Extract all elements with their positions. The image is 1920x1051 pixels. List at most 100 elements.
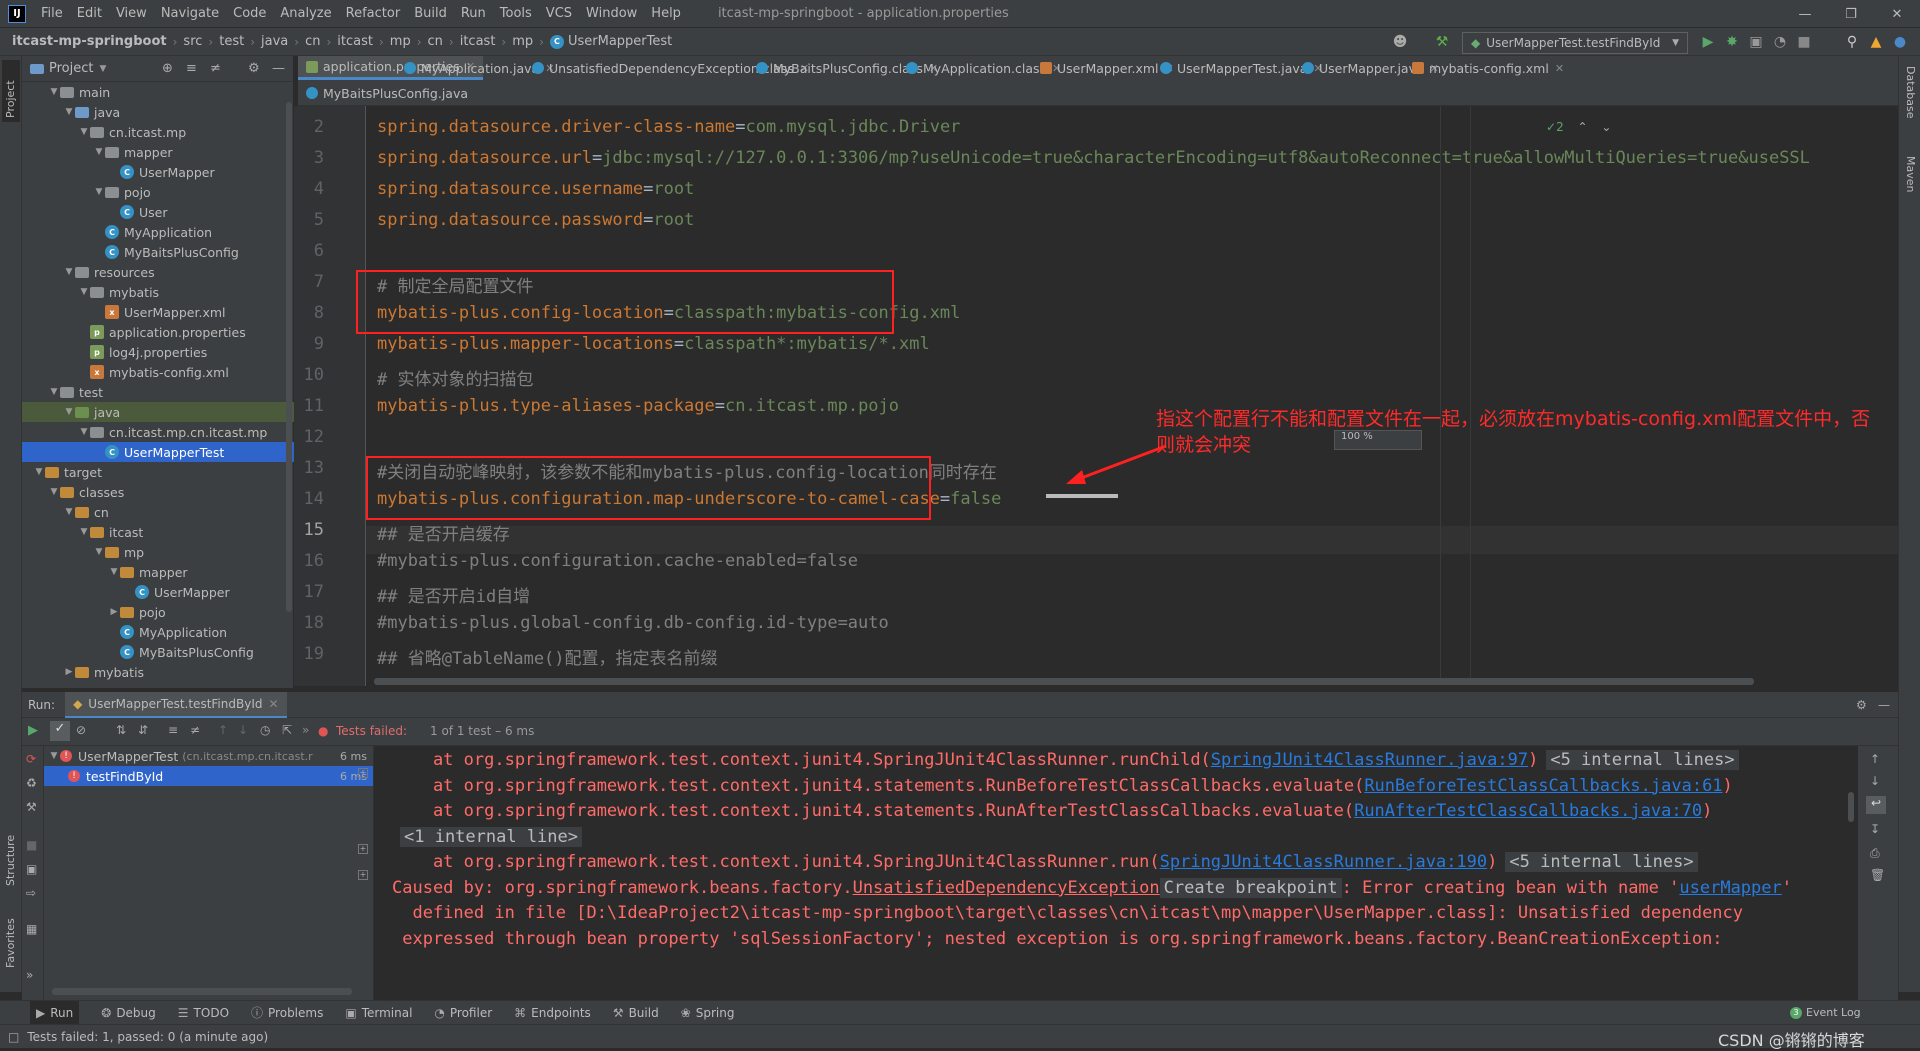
code-editor[interactable]: 12345678910111213141516171819 spring.app… — [294, 106, 1898, 686]
build-hammer-icon[interactable]: ⚒ — [1432, 32, 1452, 52]
internal-lines-fold[interactable]: <5 internal lines> — [1505, 852, 1698, 872]
locate-icon[interactable]: ⊕ — [162, 61, 173, 76]
tree-node[interactable]: ▼ cn.itcast.mp — [22, 122, 294, 142]
menu-help[interactable]: Help — [644, 6, 688, 21]
stacktrace-link[interactable]: SpringJUnit4ClassRunner.java:190 — [1160, 852, 1488, 872]
chevron-down-icon[interactable]: ▼ — [93, 547, 105, 557]
editor-tab[interactable]: mybatis-config.xml ✕ — [1404, 56, 1572, 80]
tree-node[interactable]: ▼ mapper — [22, 142, 294, 162]
collapse-all-icon[interactable]: ≠ — [190, 723, 200, 737]
tool-tab-terminal[interactable]: ▣ Terminal — [345, 1006, 412, 1020]
breadcrumb-item[interactable]: itcast — [460, 34, 496, 49]
search-icon[interactable]: ⚲ — [1842, 32, 1862, 52]
profile-icon[interactable]: ◔ — [1770, 32, 1790, 52]
menu-navigate[interactable]: Navigate — [154, 6, 226, 21]
collapse-all-icon[interactable]: ≠ — [210, 61, 221, 76]
chevron-down-icon[interactable]: ▼ — [48, 487, 60, 497]
tree-node[interactable]: ▼ java — [22, 102, 294, 122]
chevron-down-icon[interactable]: ▼ — [48, 751, 60, 761]
expand-all-icon[interactable]: ≡ — [168, 723, 178, 737]
tree-node[interactable]: x UserMapper.xml — [22, 302, 294, 322]
chevron-down-icon[interactable]: ▼ — [63, 267, 75, 277]
test-tree-scrollbar[interactable] — [52, 988, 352, 995]
menu-view[interactable]: View — [109, 6, 154, 21]
tree-node[interactable]: ▼ java — [22, 402, 294, 422]
trash-icon[interactable]: 🗑 — [1870, 868, 1885, 882]
rerun-icon[interactable]: ▶ — [28, 723, 38, 738]
tree-node[interactable]: C MyBaitsPlusConfig — [22, 242, 294, 262]
tree-node[interactable]: ▼ target — [22, 462, 294, 482]
inspection-widget[interactable]: ✓2 ⌃ ⌄ — [1546, 120, 1611, 134]
chevron-down-icon[interactable]: ▼ — [33, 467, 45, 477]
editor-tab[interactable]: MyBaitsPlusConfig.java — [298, 81, 476, 105]
chevron-right-icon[interactable]: ▶ — [108, 607, 120, 617]
tree-node[interactable]: C UserMapperTest — [22, 442, 294, 462]
tree-node[interactable]: ▼ mapper — [22, 562, 294, 582]
menu-code[interactable]: Code — [226, 6, 273, 21]
breadcrumb-item[interactable]: mp — [390, 34, 411, 49]
rerun-failed-icon[interactable]: ⟳ — [26, 752, 36, 766]
chevron-up-icon[interactable]: ⌃ — [1578, 120, 1588, 134]
menu-run[interactable]: Run — [454, 6, 493, 21]
tree-node[interactable]: ▶ mybatis — [22, 662, 294, 682]
exception-link[interactable]: UnsatisfiedDependencyException — [853, 878, 1160, 898]
toggle-auto-test-icon[interactable]: ♻ — [26, 776, 37, 790]
chevron-down-icon[interactable]: ▼ — [78, 127, 90, 137]
fold-icon[interactable]: + — [358, 768, 368, 778]
tool-tab-spring[interactable]: ❀ Spring — [681, 1006, 735, 1020]
chevron-down-icon[interactable]: ▼ — [63, 107, 75, 117]
tool-tab-run[interactable]: ▶ Run — [30, 1000, 80, 1025]
menu-build[interactable]: Build — [407, 6, 454, 21]
tool-tab-debug[interactable]: ❂ Debug — [101, 1006, 156, 1020]
chevron-down-icon[interactable]: ▼ — [48, 387, 60, 397]
horizontal-scrollbar[interactable] — [374, 678, 1754, 685]
console-scrollbar[interactable] — [1848, 792, 1854, 822]
tree-node[interactable]: C UserMapper — [22, 162, 294, 182]
tree-node[interactable]: C MyApplication — [22, 622, 294, 642]
event-log-button[interactable]: 3 Event Log — [1790, 1006, 1861, 1019]
tree-node[interactable]: ▼ itcast — [22, 522, 294, 542]
menu-edit[interactable]: Edit — [70, 6, 109, 21]
jetbrains-toolbox-icon[interactable]: ● — [1890, 32, 1910, 52]
show-ignored-icon[interactable]: ⊘ — [76, 723, 86, 737]
tree-node[interactable]: C UserMapper — [22, 582, 294, 602]
close-icon[interactable]: ✕ — [1555, 62, 1564, 75]
square-icon[interactable]: □ — [8, 1030, 19, 1044]
print-icon[interactable]: ⎙ — [1870, 846, 1880, 861]
breadcrumb-item[interactable]: src — [183, 34, 202, 49]
camera-icon[interactable]: ▣ — [26, 862, 37, 876]
tool-tab-profiler[interactable]: ◔ Profiler — [434, 1006, 492, 1020]
arrow-down-icon[interactable]: ↓ — [238, 723, 248, 737]
tool-tab-todo[interactable]: ☰ TODO — [178, 1006, 229, 1020]
fold-icon[interactable]: + — [358, 870, 368, 880]
layout-icon[interactable]: ▦ — [26, 922, 37, 936]
tree-node[interactable]: p log4j.properties — [22, 342, 294, 362]
tree-node[interactable]: ▼ cn — [22, 502, 294, 522]
tree-node[interactable]: C User — [22, 202, 294, 222]
exit-icon[interactable]: ⇨ — [26, 886, 36, 900]
menu-analyze[interactable]: Analyze — [273, 6, 338, 21]
run-configuration-select[interactable]: ◆ UserMapperTest.testFindById ▼ — [1462, 32, 1688, 54]
scroll-to-end-icon[interactable]: ↧ — [1870, 822, 1880, 836]
run-icon[interactable]: ▶ — [1698, 32, 1718, 52]
chevron-down-icon[interactable]: ▼ — [93, 147, 105, 157]
hide-panel-icon[interactable]: — — [1878, 698, 1890, 712]
arrow-up-icon[interactable]: ↑ — [218, 723, 228, 737]
update-icon[interactable]: ▲ — [1866, 32, 1886, 52]
tree-node[interactable]: ▶ pojo — [22, 602, 294, 622]
menu-tools[interactable]: Tools — [493, 6, 539, 21]
stacktrace-link[interactable]: SpringJUnit4ClassRunner.java:97 — [1211, 750, 1528, 770]
show-passed-icon[interactable]: ✓ — [50, 721, 70, 741]
more-icon[interactable]: » — [26, 968, 33, 982]
gear-icon[interactable]: ⚙ — [248, 61, 260, 76]
minimize-icon[interactable]: — — [1782, 0, 1828, 28]
chevron-down-icon[interactable]: ⌄ — [1601, 120, 1611, 134]
project-side-tab[interactable]: Project — [4, 80, 17, 118]
tool-tab-problems[interactable]: ⓘ Problems — [251, 1004, 323, 1021]
chevron-down-icon[interactable]: ▼ — [78, 287, 90, 297]
chevron-down-icon[interactable]: ▼ — [63, 407, 75, 417]
project-panel-title[interactable]: Project — [49, 61, 93, 76]
tree-node[interactable]: C MyApplication — [22, 222, 294, 242]
soft-wrap-icon[interactable]: ↩ — [1866, 796, 1886, 814]
menu-refactor[interactable]: Refactor — [339, 6, 408, 21]
